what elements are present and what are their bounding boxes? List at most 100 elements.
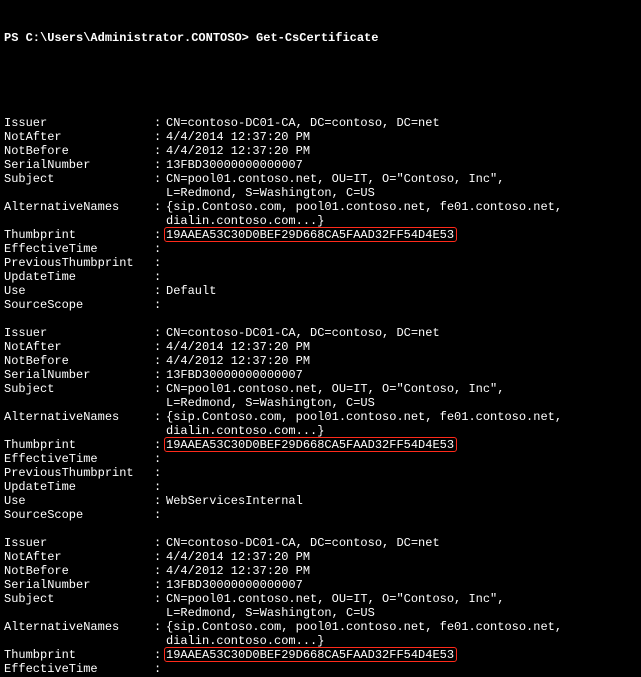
serialnumber-row-value: 13FBD30000000000007 xyxy=(166,578,637,592)
alternativenames-cont: dialin.contoso.com...} xyxy=(4,424,637,438)
use-row: Use:WebServicesInternal xyxy=(4,494,637,508)
alternativenames-cont: dialin.contoso.com...} xyxy=(4,634,637,648)
separator: : xyxy=(154,368,166,382)
notafter-row-value: 4/4/2014 12:37:20 PM xyxy=(166,130,637,144)
separator: : xyxy=(154,242,166,256)
updatetime-row: UpdateTime: xyxy=(4,270,637,284)
separator: : xyxy=(154,158,166,172)
effectivetime-row-label: EffectiveTime xyxy=(4,662,154,676)
previousthumbprint-row: PreviousThumbprint: xyxy=(4,466,637,480)
notafter-row: NotAfter:4/4/2014 12:37:20 PM xyxy=(4,340,637,354)
effectivetime-row-label: EffectiveTime xyxy=(4,242,154,256)
separator: : xyxy=(154,200,166,214)
blank-line xyxy=(4,74,637,88)
separator: : xyxy=(154,592,166,606)
issuer-row-label: Issuer xyxy=(4,536,154,550)
alternativenames-row: AlternativeNames:{sip.Contoso.com, pool0… xyxy=(4,200,637,214)
subject-cont: L=Redmond, S=Washington, C=US xyxy=(4,396,637,410)
subject-cont: L=Redmond, S=Washington, C=US xyxy=(4,186,637,200)
effectivetime-row: EffectiveTime: xyxy=(4,452,637,466)
updatetime-row: UpdateTime: xyxy=(4,480,637,494)
serialnumber-row-label: SerialNumber xyxy=(4,578,154,592)
separator: : xyxy=(154,564,166,578)
notbefore-row-label: NotBefore xyxy=(4,354,154,368)
alternativenames-row-value: {sip.Contoso.com, pool01.contoso.net, fe… xyxy=(166,410,637,424)
alternativenames-row-value: {sip.Contoso.com, pool01.contoso.net, fe… xyxy=(166,620,637,634)
sourcescope-row-label: SourceScope xyxy=(4,298,154,312)
alternativenames-row: AlternativeNames:{sip.Contoso.com, pool0… xyxy=(4,410,637,424)
previousthumbprint-row-label: PreviousThumbprint xyxy=(4,466,154,480)
thumbprint-row: Thumbprint:19AAEA53C30D0BEF29D668CA5FAAD… xyxy=(4,228,637,242)
notbefore-row: NotBefore:4/4/2012 12:37:20 PM xyxy=(4,354,637,368)
thumbprint-row-value: 19AAEA53C30D0BEF29D668CA5FAAD32FF54D4E53 xyxy=(166,648,637,662)
effectivetime-row: EffectiveTime: xyxy=(4,662,637,676)
sourcescope-row-value xyxy=(166,298,637,312)
notbefore-row-value: 4/4/2012 12:37:20 PM xyxy=(166,354,637,368)
subject-cont: L=Redmond, S=Washington, C=US xyxy=(4,606,637,620)
issuer-row-label: Issuer xyxy=(4,116,154,130)
separator: : xyxy=(154,256,166,270)
use-row-value: Default xyxy=(166,284,637,298)
alternativenames-row-label: AlternativeNames xyxy=(4,200,154,214)
serialnumber-row-value: 13FBD30000000000007 xyxy=(166,368,637,382)
separator: : xyxy=(154,270,166,284)
separator: : xyxy=(154,466,166,480)
previousthumbprint-row-value xyxy=(166,466,637,480)
alternativenames-row-label: AlternativeNames xyxy=(4,620,154,634)
notbefore-row: NotBefore:4/4/2012 12:37:20 PM xyxy=(4,564,637,578)
notafter-row-label: NotAfter xyxy=(4,550,154,564)
serialnumber-row-value: 13FBD30000000000007 xyxy=(166,158,637,172)
effectivetime-row-value xyxy=(166,452,637,466)
notbefore-row: NotBefore:4/4/2012 12:37:20 PM xyxy=(4,144,637,158)
issuer-row-label: Issuer xyxy=(4,326,154,340)
separator: : xyxy=(154,578,166,592)
notafter-row: NotAfter:4/4/2014 12:37:20 PM xyxy=(4,130,637,144)
separator: : xyxy=(154,662,166,676)
issuer-row: Issuer:CN=contoso-DC01-CA, DC=contoso, D… xyxy=(4,536,637,550)
separator: : xyxy=(154,130,166,144)
issuer-row: Issuer:CN=contoso-DC01-CA, DC=contoso, D… xyxy=(4,326,637,340)
powershell-terminal[interactable]: PS C:\Users\Administrator.CONTOSO> Get-C… xyxy=(0,0,641,677)
updatetime-row-label: UpdateTime xyxy=(4,480,154,494)
serialnumber-row-label: SerialNumber xyxy=(4,158,154,172)
alternativenames-cont: dialin.contoso.com...} xyxy=(4,214,637,228)
command-prompt: PS C:\Users\Administrator.CONTOSO> Get-C… xyxy=(4,30,637,46)
effectivetime-row: EffectiveTime: xyxy=(4,242,637,256)
effectivetime-row-label: EffectiveTime xyxy=(4,452,154,466)
notafter-row-value: 4/4/2014 12:37:20 PM xyxy=(166,550,637,564)
issuer-row: Issuer:CN=contoso-DC01-CA, DC=contoso, D… xyxy=(4,116,637,130)
sourcescope-row: SourceScope: xyxy=(4,508,637,522)
thumbprint-row: Thumbprint:19AAEA53C30D0BEF29D668CA5FAAD… xyxy=(4,438,637,452)
previousthumbprint-row-value xyxy=(166,256,637,270)
separator: : xyxy=(154,340,166,354)
sourcescope-row-label: SourceScope xyxy=(4,508,154,522)
separator: : xyxy=(154,298,166,312)
subject-row: Subject:CN=pool01.contoso.net, OU=IT, O=… xyxy=(4,382,637,396)
alternativenames-row: AlternativeNames:{sip.Contoso.com, pool0… xyxy=(4,620,637,634)
thumbprint-row-label: Thumbprint xyxy=(4,648,154,662)
subject-row-label: Subject xyxy=(4,592,154,606)
notbefore-row-value: 4/4/2012 12:37:20 PM xyxy=(166,144,637,158)
updatetime-row-value xyxy=(166,270,637,284)
separator: : xyxy=(154,410,166,424)
subject-row-value: CN=pool01.contoso.net, OU=IT, O="Contoso… xyxy=(166,592,637,606)
serialnumber-row: SerialNumber:13FBD30000000000007 xyxy=(4,578,637,592)
issuer-row-value: CN=contoso-DC01-CA, DC=contoso, DC=net xyxy=(166,536,637,550)
subject-row: Subject:CN=pool01.contoso.net, OU=IT, O=… xyxy=(4,592,637,606)
subject-row-value: CN=pool01.contoso.net, OU=IT, O="Contoso… xyxy=(166,172,637,186)
separator: : xyxy=(154,536,166,550)
serialnumber-row: SerialNumber:13FBD30000000000007 xyxy=(4,368,637,382)
thumbprint-row-label: Thumbprint xyxy=(4,438,154,452)
notbefore-row-value: 4/4/2012 12:37:20 PM xyxy=(166,564,637,578)
notafter-row-value: 4/4/2014 12:37:20 PM xyxy=(166,340,637,354)
thumbprint-row-label: Thumbprint xyxy=(4,228,154,242)
separator: : xyxy=(154,354,166,368)
command-output: Issuer:CN=contoso-DC01-CA, DC=contoso, D… xyxy=(4,116,637,677)
subject-row-label: Subject xyxy=(4,172,154,186)
previousthumbprint-row-label: PreviousThumbprint xyxy=(4,256,154,270)
notbefore-row-label: NotBefore xyxy=(4,144,154,158)
thumbprint-row: Thumbprint:19AAEA53C30D0BEF29D668CA5FAAD… xyxy=(4,648,637,662)
use-row-label: Use xyxy=(4,494,154,508)
thumbprint-row-value: 19AAEA53C30D0BEF29D668CA5FAAD32FF54D4E53 xyxy=(166,438,637,452)
separator: : xyxy=(154,326,166,340)
